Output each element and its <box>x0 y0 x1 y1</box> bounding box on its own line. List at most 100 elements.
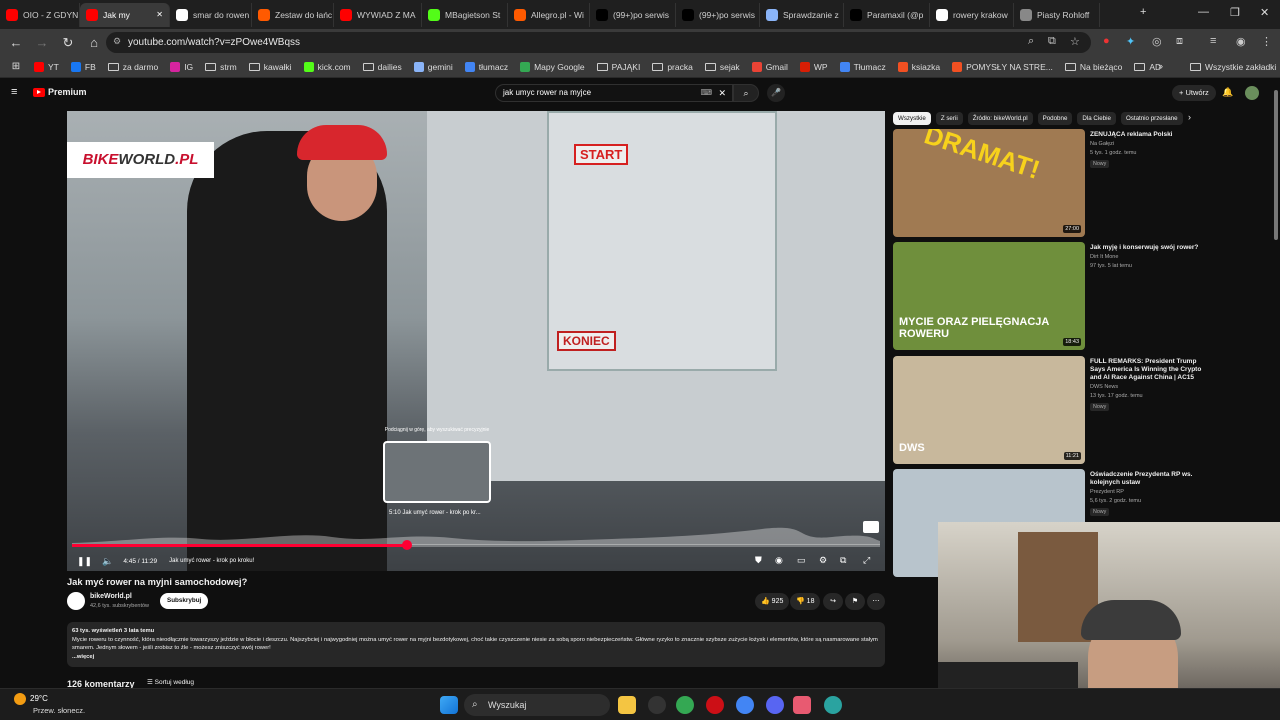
description-box[interactable]: 63 tys. wyświetleń 3 lata temu Mycie row… <box>67 622 885 667</box>
reading-list-icon[interactable]: ≡ <box>1210 35 1216 47</box>
dislike-button[interactable]: 👎 18 <box>790 593 821 610</box>
bookmark-star-icon[interactable]: ☆ <box>1070 35 1080 48</box>
browser-tab[interactable]: Allegro.pl - Wi <box>508 2 590 27</box>
voice-search-mic-icon[interactable]: 🎤 <box>767 84 785 102</box>
browser-tab[interactable]: (99+)po serwis <box>676 2 760 27</box>
recommendation-thumbnail[interactable]: MYCIE ORAZ PIELĘGNACJA ROWERU 18:43 <box>893 242 1085 350</box>
chapter-title[interactable]: Jak umyć rower - krok po kroku! <box>169 558 254 564</box>
create-button[interactable]: + Utwórz <box>1172 85 1216 101</box>
bookmark-item[interactable]: dailies <box>362 62 402 72</box>
recommendation-title[interactable]: ZENUJĄCA reklama Polski <box>1090 131 1205 139</box>
install-app-icon[interactable]: ⧉ <box>1048 35 1056 48</box>
recommendation-title[interactable]: Jak myję i konserwuję swój rower? <box>1090 244 1205 252</box>
discord-icon[interactable] <box>766 696 784 714</box>
opera-icon[interactable] <box>706 696 724 714</box>
browser-tab[interactable]: Piasty Rohloff <box>1014 2 1100 27</box>
like-button[interactable]: 👍 925 <box>755 593 790 610</box>
chips-next-chevron-icon[interactable]: › <box>1188 112 1191 122</box>
chrome-like-icon[interactable] <box>676 696 694 714</box>
browser-tab[interactable]: Zestaw do łańc <box>252 2 334 27</box>
show-more-link[interactable]: ...więcej <box>72 653 880 662</box>
search-page-icon[interactable]: ⌕ <box>1028 35 1034 48</box>
browser-tab[interactable]: OIO - Z GDYNI <box>0 2 80 27</box>
new-tab-plus-icon[interactable]: + <box>1140 6 1146 18</box>
recommendation-item[interactable]: MYCIE ORAZ PIELĘGNACJA ROWERU 18:43 Jak my… <box>893 242 1273 352</box>
bookmark-item[interactable]: FB <box>70 61 96 72</box>
site-info-icon[interactable]: ⚙ <box>113 36 121 47</box>
bookmark-item[interactable]: kick.com <box>303 61 351 72</box>
recommendation-channel[interactable]: Dirt It Mone <box>1090 254 1118 260</box>
recommendation-thumbnail[interactable]: DWS 11:21 <box>893 356 1085 464</box>
forward-arrow-icon[interactable]: → <box>32 35 52 50</box>
back-arrow-icon[interactable]: ← <box>6 35 26 50</box>
hamburger-menu-icon[interactable]: ≡ <box>11 86 17 98</box>
subscribe-button[interactable]: Subskrybuj <box>160 593 209 609</box>
recommendation-thumbnail[interactable]: DRAMAT! 27:00 <box>893 129 1085 237</box>
subtitles-icon[interactable]: ▭ <box>797 555 806 566</box>
bookmark-item[interactable]: Tłumacz <box>839 61 886 72</box>
progress-bar[interactable] <box>72 540 880 550</box>
recommendation-item[interactable]: DRAMAT! 27:00 ZENUJĄCA reklama Polski Na Ga… <box>893 129 1273 239</box>
more-bookmarks-chevron-icon[interactable]: » <box>1158 61 1163 71</box>
apps-grid-icon[interactable]: ⊞ <box>6 61 26 72</box>
browser-tab[interactable]: Jak my ✕ <box>80 2 170 27</box>
taskbar-search[interactable]: ⌕ Wyszukaj <box>464 694 610 716</box>
bookmark-item[interactable]: IG <box>170 61 193 72</box>
browser-tab[interactable]: rowery krakow <box>930 2 1014 27</box>
extension-icon[interactable]: ✦ <box>1126 35 1135 48</box>
volume-icon[interactable]: 🔈 <box>102 556 113 567</box>
recommendation-title[interactable]: FULL REMARKS: President Trump Says Ameri… <box>1090 358 1205 382</box>
all-bookmarks-folder[interactable]: Wszystkie zakładki <box>1190 62 1276 72</box>
video-player[interactable]: START KONIEC BIKEWORLD.PL Podciągnij w g… <box>67 111 885 571</box>
bookmark-item[interactable]: WP <box>799 61 828 72</box>
profile-avatar-icon[interactable]: ◉ <box>1236 35 1246 48</box>
recommendation-item[interactable]: DWS 11:21 FULL REMARKS: President Trump Sa… <box>893 356 1273 466</box>
fullscreen-icon[interactable]: ⤢ <box>863 555 870 566</box>
app-icon-2[interactable] <box>793 696 811 714</box>
extensions-puzzle-icon[interactable]: ⧈ <box>1176 35 1183 48</box>
search-button[interactable]: ⌕ <box>733 84 759 102</box>
browser-tab[interactable]: MBagietson St <box>422 2 508 27</box>
chrome-menu-icon[interactable]: ⋮ <box>1261 35 1272 48</box>
browser-tab[interactable]: Sprawdzanie z <box>760 2 844 27</box>
extension-2-icon[interactable]: ◎ <box>1152 35 1162 48</box>
account-avatar[interactable] <box>1245 86 1259 100</box>
bookmark-item[interactable]: POMYSŁY NA STRE... <box>952 61 1053 72</box>
bookmark-item[interactable]: strm <box>205 62 237 72</box>
settings-gear-icon[interactable]: ⚙ <box>819 555 827 566</box>
filter-chip[interactable]: Ostatnio przesłane <box>1120 111 1183 125</box>
app-icon-3[interactable] <box>824 696 842 714</box>
progress-scrubber-knob[interactable] <box>402 540 413 550</box>
bookmark-item[interactable]: pracka <box>652 62 693 72</box>
save-button[interactable]: ⚑ <box>845 593 865 610</box>
chrome-icon[interactable] <box>736 696 754 714</box>
close-window-icon[interactable]: ✕ <box>1260 6 1269 19</box>
filter-chip[interactable]: Wszystkie <box>893 111 931 125</box>
bookmark-item[interactable]: Gmail <box>751 61 788 72</box>
keyboard-icon[interactable]: ⌨ <box>700 85 712 101</box>
more-actions-button[interactable]: ⋯ <box>867 593 885 610</box>
filter-chip[interactable]: Źródło: bikeWorld.pl <box>967 111 1033 125</box>
bookmark-item[interactable]: PAJĄKI <box>596 62 640 72</box>
recommendation-channel[interactable]: Prezydent RP <box>1090 489 1124 495</box>
close-tab-icon[interactable]: ✕ <box>156 10 163 19</box>
bookmark-item[interactable]: Mapy Google <box>520 61 585 72</box>
start-windows-icon[interactable] <box>440 696 458 714</box>
app-icon[interactable] <box>648 696 666 714</box>
filter-chip[interactable]: Podobne <box>1037 111 1073 125</box>
shield-icon[interactable]: ⛊ <box>755 555 762 566</box>
bookmark-item[interactable]: za darmo <box>107 62 158 72</box>
page-scrollbar[interactable] <box>1272 90 1280 240</box>
recommendation-channel[interactable]: DWS News <box>1090 384 1118 390</box>
reload-icon[interactable]: ↻ <box>58 35 78 51</box>
browser-tab[interactable]: WYWIAD Z MA <box>334 2 422 27</box>
bookmark-item[interactable]: sejak <box>704 62 740 72</box>
bookmark-item[interactable]: ksiazka <box>897 61 940 72</box>
channel-name[interactable]: bikeWorld.pl <box>90 593 132 600</box>
bookmark-item[interactable]: YT <box>34 61 59 72</box>
youtube-watermark-icon[interactable] <box>863 521 879 533</box>
filter-chip[interactable]: Z serii <box>935 111 963 125</box>
recommendation-channel[interactable]: Na Gałęzi <box>1090 141 1114 147</box>
url-omnibox[interactable]: ⚙ youtube.com/watch?v=zPOwe4WBqss <box>106 32 1091 53</box>
file-explorer-icon[interactable] <box>618 696 636 714</box>
